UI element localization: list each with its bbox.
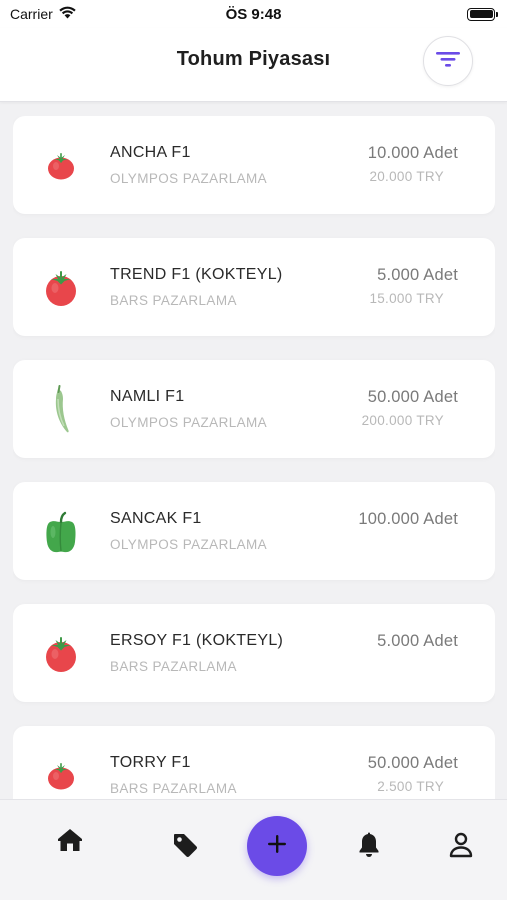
filter-button[interactable] (423, 36, 473, 86)
listing-name: NAMLI F1 (110, 388, 185, 405)
user-icon (449, 832, 473, 863)
status-time: ÖS 9:48 (225, 5, 282, 23)
nav-home[interactable] (52, 824, 88, 860)
listing-name: ANCHA F1 (110, 144, 191, 161)
listing-card[interactable]: ANCHA F1 OLYMPOS PAZARLAMA 10.000 Adet 2… (13, 116, 495, 214)
listing-company: BARS PAZARLAMA (110, 781, 237, 796)
listing-name: TORRY F1 (110, 754, 191, 771)
seed-listing: ANCHA F1 OLYMPOS PAZARLAMA 10.000 Adet 2… (13, 116, 495, 800)
filter-lines-icon (436, 50, 460, 73)
bell-icon (358, 832, 380, 863)
small-tomato-icon (43, 754, 79, 798)
listing-price: 20.000 TRY (369, 169, 444, 184)
nav-profile[interactable] (443, 829, 479, 865)
app-header: Tohum Piyasası (0, 28, 507, 102)
bell-pepper-icon (43, 510, 79, 554)
listing-card[interactable]: TREND F1 (KOKTEYL) BARS PAZARLAMA 5.000 … (13, 238, 495, 336)
listing-company: BARS PAZARLAMA (110, 293, 237, 308)
listing-company: OLYMPOS PAZARLAMA (110, 415, 268, 430)
wifi-icon (59, 6, 76, 23)
listing-quantity: 50.000 Adet (367, 754, 458, 772)
listing-quantity: 5.000 Adet (377, 632, 458, 650)
listing-quantity: 5.000 Adet (377, 266, 458, 284)
listing-quantity: 50.000 Adet (367, 388, 458, 406)
listing-card[interactable]: NAMLI F1 OLYMPOS PAZARLAMA 50.000 Adet 2… (13, 360, 495, 458)
listing-company: BARS PAZARLAMA (110, 659, 237, 674)
listing-name: SANCAK F1 (110, 510, 202, 527)
listing-price: 2.500 TRY (377, 779, 444, 794)
status-bar: Carrier ÖS 9:48 (0, 0, 507, 28)
battery-icon (467, 7, 498, 21)
listing-price: 15.000 TRY (369, 291, 444, 306)
tomato-icon (43, 632, 79, 676)
bottom-nav (0, 799, 507, 900)
listing-name: TREND F1 (KOKTEYL) (110, 266, 283, 283)
small-tomato-icon (43, 144, 79, 188)
home-icon (57, 828, 83, 857)
listing-quantity: 10.000 Adet (367, 144, 458, 162)
listing-price: 200.000 TRY (361, 413, 444, 428)
listing-company: OLYMPOS PAZARLAMA (110, 537, 268, 552)
tag-icon (172, 832, 198, 863)
listing-card[interactable]: TORRY F1 BARS PAZARLAMA 50.000 Adet 2.50… (13, 726, 495, 800)
listing-quantity: 100.000 Adet (358, 510, 458, 528)
listing-name: ERSOY F1 (KOKTEYL) (110, 632, 284, 649)
add-listing-button[interactable] (247, 816, 307, 876)
listing-card[interactable]: SANCAK F1 OLYMPOS PAZARLAMA 100.000 Adet (13, 482, 495, 580)
plus-icon (267, 834, 287, 859)
chili-pepper-icon (43, 385, 79, 433)
carrier-label: Carrier (10, 6, 53, 22)
nav-offers[interactable] (167, 829, 203, 865)
listing-card[interactable]: ERSOY F1 (KOKTEYL) BARS PAZARLAMA 5.000 … (13, 604, 495, 702)
nav-notifications[interactable] (351, 829, 387, 865)
status-left: Carrier (10, 6, 76, 23)
listing-company: OLYMPOS PAZARLAMA (110, 171, 268, 186)
tomato-icon (43, 266, 79, 310)
